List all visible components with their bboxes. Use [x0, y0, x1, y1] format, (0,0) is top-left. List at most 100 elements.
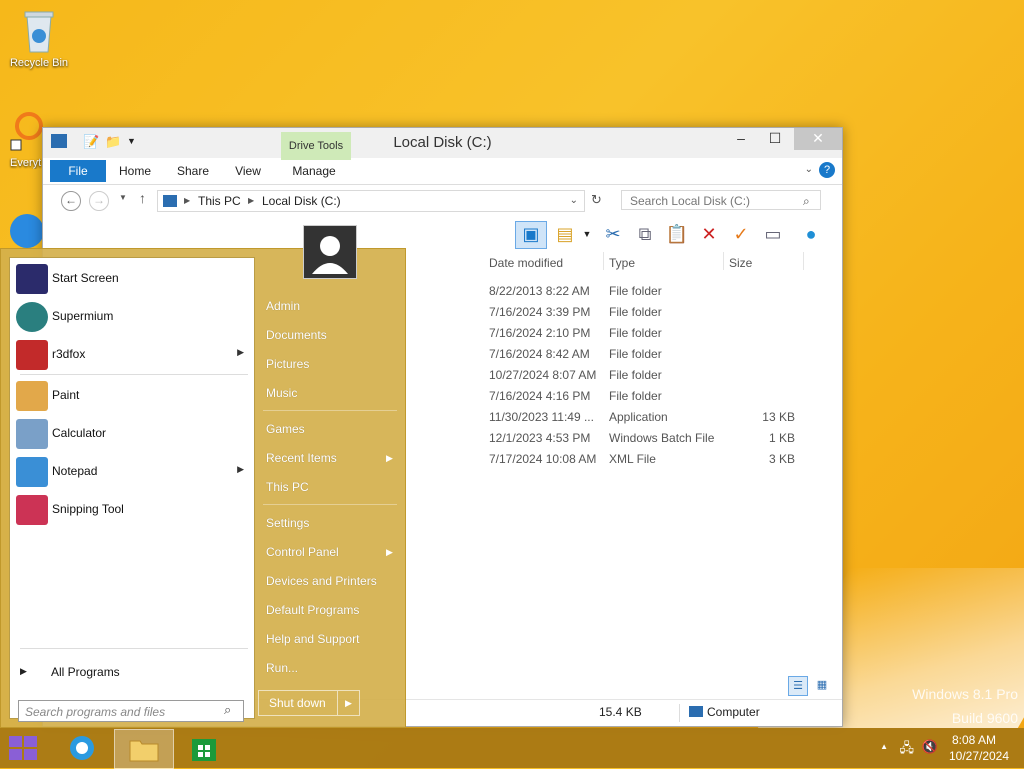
store-taskbar-button[interactable]	[184, 732, 224, 764]
column-header-type[interactable]: Type	[609, 256, 635, 270]
refresh-icon[interactable]: ↻	[591, 192, 602, 208]
delete-icon[interactable]: ✕	[697, 222, 721, 246]
everything-desktop-icon[interactable]: Everyt	[4, 110, 46, 169]
address-dropdown-icon[interactable]: ⌄	[570, 191, 578, 211]
search-icon[interactable]: ⌕	[803, 194, 810, 209]
status-location: Computer	[707, 705, 760, 719]
start-place-admin[interactable]: Admin	[266, 299, 300, 313]
user-avatar[interactable]	[303, 225, 357, 279]
start-search-input[interactable]: Search programs and files	[18, 700, 244, 722]
breadcrumb-local-disk[interactable]: Local Disk (C:)	[262, 191, 341, 211]
user-icon	[312, 236, 348, 274]
cell-size: 3 KB	[768, 452, 795, 466]
rename-icon[interactable]: ▭	[761, 222, 785, 246]
dropdown-icon[interactable]: ▼	[575, 222, 599, 246]
table-row[interactable]: 10/27/2024 8:07 AM File folder	[403, 365, 833, 386]
cell-size	[729, 302, 795, 323]
tab-home[interactable]: Home	[112, 160, 158, 182]
table-row[interactable]: 7/16/2024 4:16 PM File folder	[403, 386, 833, 407]
tab-share[interactable]: Share	[170, 160, 216, 182]
clock-time[interactable]: 8:08 AM	[944, 733, 1004, 747]
cell-type: File folder	[609, 305, 662, 319]
show-hidden-icons-icon[interactable]: ▲	[880, 742, 888, 751]
status-size: 15.4 KB	[599, 705, 642, 719]
this-pc-icon	[163, 195, 177, 207]
start-place-this-pc[interactable]: This PC	[266, 480, 309, 494]
start-place-music[interactable]: Music	[266, 386, 297, 400]
table-row[interactable]: 11/30/2023 11:49 ... Application 13 KB	[403, 407, 833, 428]
shutdown-button[interactable]: Shut down ▶	[258, 690, 360, 716]
navigation-pane-icon[interactable]: ▣	[515, 221, 547, 249]
program-snipping-tool[interactable]: Snipping Tool	[16, 493, 248, 527]
checkmark-icon[interactable]: ✓	[729, 222, 753, 246]
back-icon[interactable]: ←	[61, 191, 81, 211]
start-place-control-panel[interactable]: Control Panel	[266, 545, 339, 559]
start-place-help-and-support[interactable]: Help and Support	[266, 632, 359, 646]
recycle-bin-desktop-icon[interactable]: Recycle Bin	[4, 6, 74, 69]
breadcrumb-this-pc[interactable]: This PC	[198, 191, 241, 211]
table-row[interactable]: 7/16/2024 3:39 PM File folder	[403, 302, 833, 323]
network-icon[interactable]: 🖧	[900, 739, 915, 761]
folder-check-icon[interactable]: ▤	[553, 222, 577, 246]
shutdown-label: Shut down	[269, 696, 326, 710]
program-label: Paint	[52, 388, 80, 402]
program-notepad[interactable]: Notepad ▶	[16, 455, 248, 489]
table-row[interactable]: 7/17/2024 10:08 AM XML File 3 KB	[403, 449, 833, 470]
recent-locations-icon[interactable]: ▼	[119, 193, 127, 202]
tab-manage[interactable]: Manage	[286, 160, 342, 182]
internet-explorer-icon	[70, 736, 94, 760]
search-input[interactable]: Search Local Disk (C:)	[621, 190, 821, 210]
tab-file[interactable]: File	[50, 160, 106, 182]
browser-icon	[16, 302, 48, 332]
browser-desktop-icon[interactable]	[10, 214, 44, 248]
table-row[interactable]: 12/1/2023 4:53 PM Windows Batch File 1 KB	[403, 428, 833, 449]
maximize-button[interactable]: ☐	[758, 128, 792, 150]
search-icon[interactable]: ⌕	[224, 702, 231, 718]
start-button[interactable]	[0, 728, 48, 768]
close-button[interactable]: ✕	[794, 128, 842, 150]
cloud-icon[interactable]: ●	[799, 222, 823, 246]
cut-icon[interactable]: ✂	[601, 222, 625, 246]
start-place-games[interactable]: Games	[266, 422, 305, 436]
start-place-devices-and-printers[interactable]: Devices and Printers	[266, 574, 377, 588]
shutdown-options-icon[interactable]: ▶	[345, 691, 352, 715]
tab-view[interactable]: View	[228, 160, 268, 182]
start-place-default-programs[interactable]: Default Programs	[266, 603, 359, 617]
column-header-date-modified[interactable]: Date modified	[489, 256, 563, 270]
ribbon-tabs: File Home Share View Manage ⌄ ?	[50, 160, 835, 182]
large-icons-view-icon[interactable]: ▦	[813, 676, 831, 694]
table-row[interactable]: 7/16/2024 2:10 PM File folder	[403, 323, 833, 344]
file-explorer-taskbar-button[interactable]	[114, 729, 174, 769]
program-label: Snipping Tool	[52, 502, 124, 516]
title-bar[interactable]: 📝 📁 ▼ Drive Tools Local Disk (C:) – ☐ ✕	[43, 128, 842, 160]
address-bar[interactable]: ▶ This PC ▶ Local Disk (C:) ⌄	[157, 190, 585, 212]
program-calculator[interactable]: Calculator	[16, 417, 248, 451]
program-paint[interactable]: Paint	[16, 379, 248, 413]
program-supermium[interactable]: Supermium	[16, 300, 248, 334]
help-icon[interactable]: ?	[819, 162, 835, 178]
paste-icon[interactable]: 📋	[665, 222, 689, 246]
start-place-settings[interactable]: Settings	[266, 516, 309, 530]
table-row[interactable]: 8/22/2013 8:22 AM File folder	[403, 281, 833, 302]
start-place-pictures[interactable]: Pictures	[266, 357, 309, 371]
program-start-screen[interactable]: Start Screen	[16, 262, 248, 296]
address-row: ← → ▼ ↑ ▶ This PC ▶ Local Disk (C:) ⌄ ↻ …	[43, 184, 842, 217]
table-row[interactable]: 7/16/2024 8:42 AM File folder	[403, 344, 833, 365]
up-icon[interactable]: ↑	[139, 190, 146, 206]
details-view-icon[interactable]: ☰	[788, 676, 808, 696]
program-r3dfox[interactable]: r3dfox ▶	[16, 338, 248, 372]
clock-date[interactable]: 10/27/2024	[944, 749, 1014, 763]
start-place-run[interactable]: Run...	[266, 661, 298, 675]
internet-explorer-taskbar-button[interactable]	[62, 732, 102, 764]
expand-ribbon-icon[interactable]: ⌄	[805, 164, 813, 175]
start-place-documents[interactable]: Documents	[266, 328, 327, 342]
scissors-icon	[16, 495, 48, 525]
minimize-button[interactable]: –	[724, 128, 758, 150]
start-place-recent-items[interactable]: Recent Items	[266, 451, 337, 465]
forward-icon[interactable]: →	[89, 191, 109, 211]
all-programs-button[interactable]: All Programs	[51, 665, 120, 679]
copy-icon[interactable]: ⧉	[633, 222, 657, 246]
column-header-size[interactable]: Size	[729, 256, 752, 270]
volume-muted-icon[interactable]: 🔇	[922, 739, 938, 755]
everything-label: Everyt	[10, 157, 42, 169]
